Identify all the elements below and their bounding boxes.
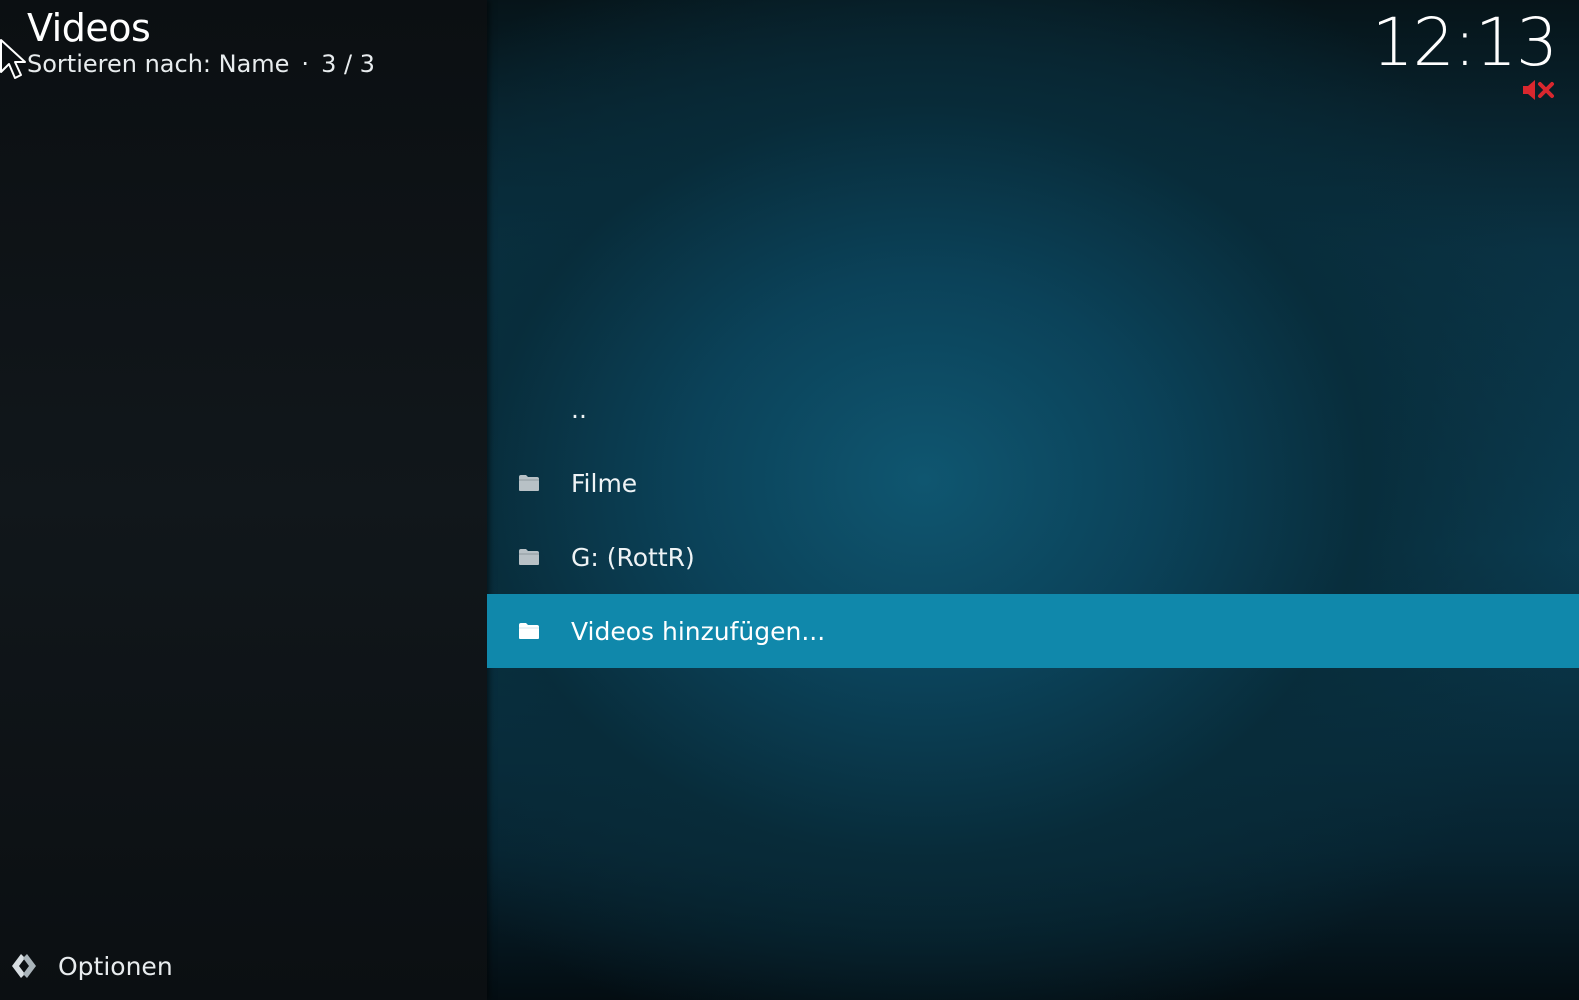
list-item-label: G: (RottR) [571, 542, 695, 572]
list-item-parent-folder[interactable]: .. [487, 372, 1579, 446]
file-list: .. Filme G: (RottR) Videos hinzufügen... [487, 372, 1579, 668]
mouse-pointer-icon [0, 39, 26, 79]
list-item-filme[interactable]: Filme [487, 446, 1579, 520]
sort-label: Sortieren nach: Name [27, 50, 290, 78]
options-label: Optionen [58, 951, 173, 981]
page-title: Videos [27, 6, 151, 50]
item-position-counter: 3 / 3 [321, 50, 375, 78]
side-panel [0, 0, 487, 1000]
list-item-label: Videos hinzufügen... [571, 616, 826, 646]
options-button[interactable]: Optionen [8, 945, 173, 987]
folder-icon [487, 548, 571, 566]
sort-info[interactable]: Sortieren nach: Name · 3 / 3 [27, 50, 375, 78]
clock: 12:13 [1371, 4, 1558, 81]
list-item-label: Filme [571, 468, 638, 498]
sort-separator: · [301, 50, 310, 78]
folder-icon [487, 474, 571, 492]
list-item-g-rottr[interactable]: G: (RottR) [487, 520, 1579, 594]
options-icon [12, 954, 36, 978]
volume-muted-icon [1523, 80, 1554, 100]
kodi-window: Videos Sortieren nach: Name · 3 / 3 12:13 … [0, 0, 1579, 1000]
list-item-add-videos[interactable]: Videos hinzufügen... [487, 594, 1579, 668]
list-item-label: .. [571, 394, 587, 424]
folder-open-icon [487, 622, 571, 640]
